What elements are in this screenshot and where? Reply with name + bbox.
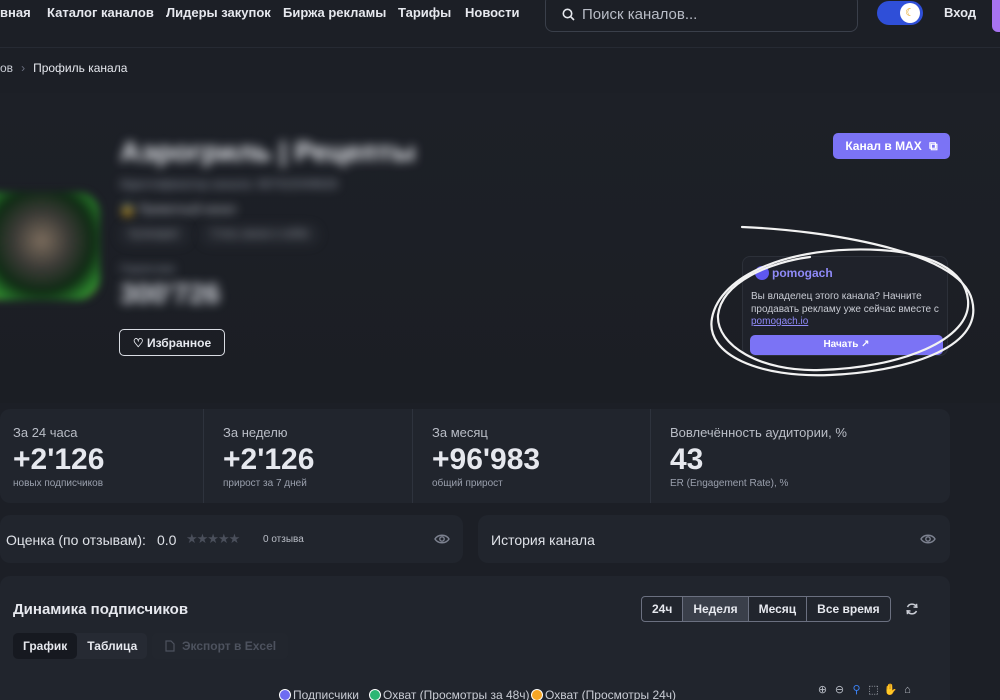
breadcrumb-current: Профиль канала (33, 61, 128, 75)
stat-value: +2'126 (13, 443, 105, 476)
stat-label: За месяц (432, 425, 488, 440)
rating-stars: ★★★★★ (186, 531, 240, 546)
file-icon (165, 640, 175, 652)
legend-swatch (279, 689, 291, 700)
period-24h[interactable]: 24ч (642, 597, 684, 621)
dynamics-title: Динамика подписчиков (13, 601, 189, 618)
nav-home[interactable]: вная (0, 5, 31, 20)
eye-icon[interactable] (920, 532, 936, 546)
stat-sub: ER (Engagement Rate), % (670, 478, 789, 489)
channel-tag[interactable]: Стиль жизни и хобби (202, 226, 318, 244)
logo-icon (755, 266, 769, 280)
rating-label: Оценка (по отзывам): (6, 532, 146, 548)
subscribers-label: Подписчики (120, 264, 176, 275)
period-all-time[interactable]: Все время (807, 597, 889, 621)
eye-icon[interactable] (434, 532, 450, 546)
selection-icon[interactable]: ⬚ (866, 683, 881, 698)
stat-value: +96'983 (432, 443, 541, 476)
view-tabs: График Таблица (13, 633, 148, 659)
top-nav: вная Каталог каналов Лидеры закупок Бирж… (0, 0, 1000, 48)
magnifier-icon[interactable]: ⚲ (849, 683, 864, 698)
legend-subscribers[interactable]: Подписчики (279, 688, 359, 700)
stat-label: За 24 часа (13, 425, 78, 440)
nav-tariffs[interactable]: Тарифы (398, 5, 451, 20)
stat-card: За 24 часа +2'126 новых подписчиков (0, 409, 203, 503)
theme-toggle[interactable]: ☾ (877, 1, 923, 25)
tab-chart[interactable]: График (13, 633, 78, 659)
dynamics-panel: Динамика подписчиков 24ч Неделя Месяц Вс… (0, 576, 950, 700)
subscribers-value: 300'726 (120, 278, 221, 309)
lock-icon: 🔒 (120, 202, 135, 216)
channel-id: Идентификатор канала: 667022049628 (120, 177, 338, 191)
pan-hand-icon[interactable]: ✋ (883, 683, 898, 698)
legend-reach-24h[interactable]: Охват (Просмотры 24ч) (531, 688, 676, 700)
zoom-in-icon[interactable]: ⊕ (815, 683, 830, 698)
search-icon (562, 8, 575, 21)
period-week[interactable]: Неделя (683, 597, 749, 621)
history-label: История канала (491, 532, 595, 548)
pomogach-logo: pomogach (755, 266, 833, 280)
search-input[interactable] (582, 3, 842, 25)
nav-leaders[interactable]: Лидеры закупок (166, 5, 271, 20)
rating-value: 0.0 (157, 532, 177, 548)
stat-label: Вовлечённость аудитории, % (670, 425, 847, 440)
history-panel[interactable]: История канала (478, 515, 950, 563)
nav-ad-exchange[interactable]: Биржа рекламы (283, 5, 386, 20)
breadcrumb-prev[interactable]: ов (0, 61, 13, 75)
promo-text: Вы владелец этого канала? Начните продав… (751, 291, 939, 327)
chart-toolbar: ⊕ ⊖ ⚲ ⬚ ✋ ⌂ (815, 680, 927, 700)
breadcrumb-chevron-icon: › (21, 61, 26, 75)
max-channel-button[interactable]: Канал в MAX ⧉ (833, 133, 950, 159)
legend-swatch (531, 689, 543, 700)
profile-edge (992, 0, 1000, 32)
channel-tag[interactable]: Кулинария (120, 226, 188, 244)
rating-panel[interactable]: Оценка (по отзывам): 0.0 ★★★★★ 0 отзыва (0, 515, 463, 563)
stat-sub: новых подписчиков (13, 478, 103, 489)
promo-card: pomogach Вы владелец этого канала? Начни… (742, 256, 948, 356)
heart-icon: ♡ (132, 335, 144, 350)
nav-news[interactable]: Новости (465, 5, 520, 20)
login-link[interactable]: Вход (944, 5, 976, 20)
channel-avatar[interactable] (0, 192, 100, 300)
period-selector: 24ч Неделя Месяц Все время (641, 596, 891, 622)
promo-link[interactable]: pomogach.io (751, 316, 808, 327)
stat-card: Вовлечённость аудитории, % 43 ER (Engage… (650, 409, 950, 503)
search-box[interactable] (545, 0, 858, 32)
tab-table[interactable]: Таблица (77, 633, 147, 659)
channel-title: Аэрогриль | Рецепты (120, 136, 416, 167)
export-excel-button: Экспорт в Excel (152, 633, 289, 659)
favorite-button[interactable]: ♡ Избранное (119, 329, 225, 356)
zoom-out-icon[interactable]: ⊖ (832, 683, 847, 698)
period-month[interactable]: Месяц (749, 597, 808, 621)
breadcrumb: ов › Профиль канала (0, 61, 127, 75)
stat-value: 43 (670, 443, 704, 476)
stat-card: За неделю +2'126 прирост за 7 дней (203, 409, 412, 503)
home-reset-icon[interactable]: ⌂ (900, 683, 915, 698)
stat-label: За неделю (223, 425, 288, 440)
stat-value: +2'126 (223, 443, 315, 476)
reviews-count: 0 отзыва (263, 534, 304, 545)
nav-catalog[interactable]: Каталог каналов (47, 5, 154, 20)
stat-card: За месяц +96'983 общий прирост (412, 409, 650, 503)
channel-type: 🔒 Приватный канал (120, 202, 237, 216)
refresh-icon[interactable] (905, 602, 919, 616)
legend-reach-48h[interactable]: Охват (Просмотры за 48ч) (369, 688, 530, 700)
external-link-icon: ⧉ (929, 139, 938, 153)
stats-panel: За 24 часа +2'126 новых подписчиков За н… (0, 409, 950, 503)
stat-sub: прирост за 7 дней (223, 478, 307, 489)
stat-sub: общий прирост (432, 478, 503, 489)
legend-swatch (369, 689, 381, 700)
promo-start-button[interactable]: Начать ↗ (750, 335, 943, 355)
moon-icon: ☾ (900, 3, 920, 23)
